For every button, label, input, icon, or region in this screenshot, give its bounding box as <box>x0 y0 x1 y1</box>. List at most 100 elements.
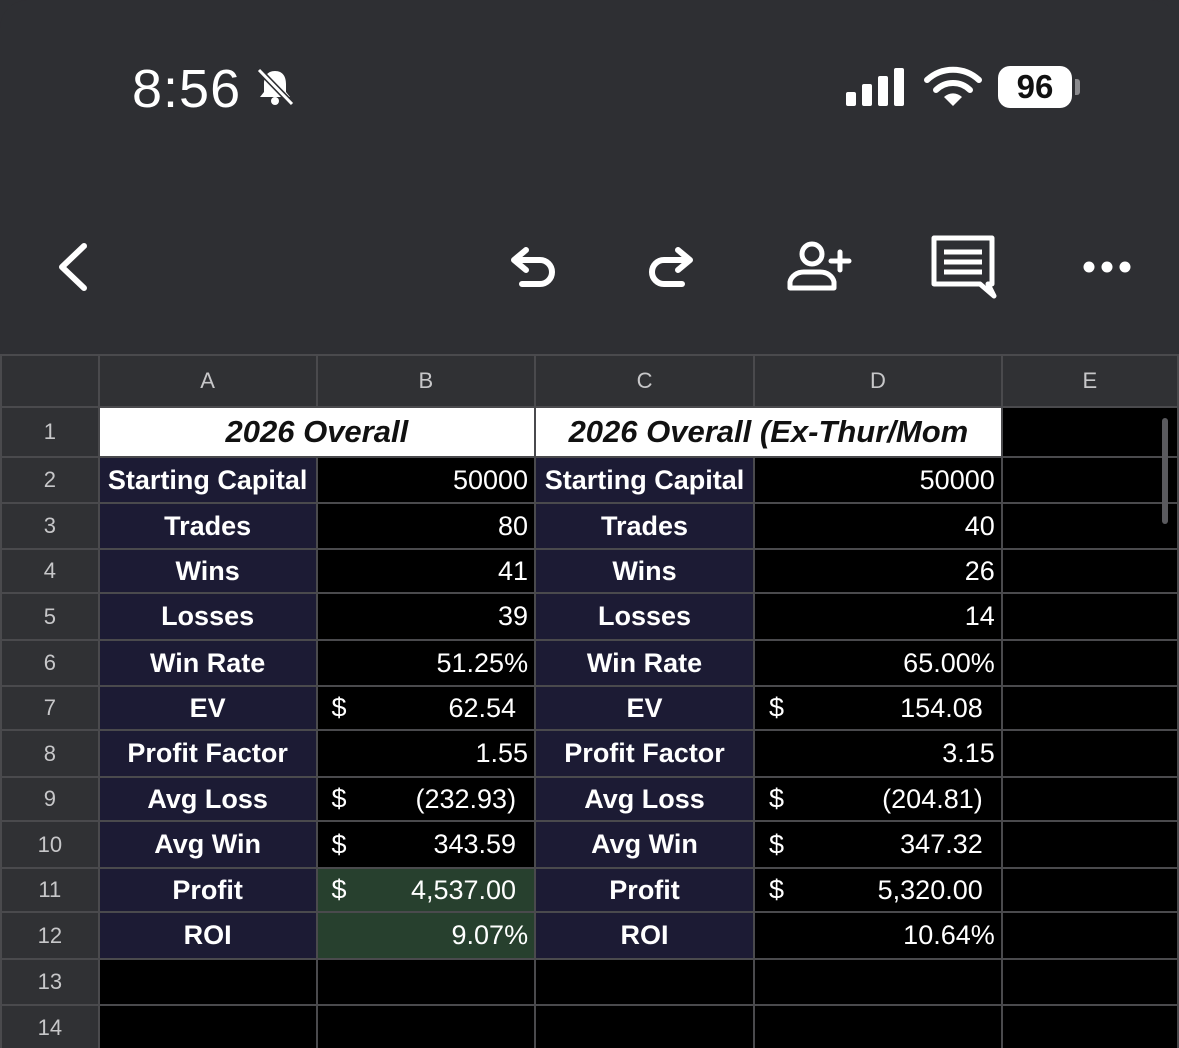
label-cell[interactable]: EV <box>97 685 318 731</box>
empty-cell[interactable] <box>1000 820 1179 869</box>
empty-cell[interactable] <box>1000 456 1179 504</box>
value-amount: 5,320.00 <box>877 874 983 905</box>
value-cell[interactable]: 65.00% <box>753 639 1003 687</box>
row-header[interactable]: 9 <box>0 776 100 822</box>
label-cell[interactable]: Losses <box>534 592 756 641</box>
column-header-a[interactable]: A <box>97 354 318 408</box>
row-header[interactable]: 14 <box>0 1004 100 1048</box>
label-cell[interactable]: Avg Loss <box>534 776 756 822</box>
empty-cell[interactable] <box>1000 911 1179 960</box>
value-cell[interactable]: $343.59 <box>315 820 537 869</box>
empty-cell[interactable] <box>534 958 756 1006</box>
row-header[interactable]: 5 <box>0 592 100 641</box>
label-cell[interactable]: Win Rate <box>97 639 318 687</box>
label-cell[interactable]: Avg Win <box>534 820 756 869</box>
row-header[interactable]: 6 <box>0 639 100 687</box>
more-options-button[interactable] <box>1072 232 1142 302</box>
row-header[interactable]: 11 <box>0 867 100 913</box>
back-button[interactable] <box>40 232 110 302</box>
row-header[interactable]: 10 <box>0 820 100 869</box>
empty-cell[interactable] <box>97 1004 318 1048</box>
label-cell[interactable]: Starting Capital <box>97 456 318 504</box>
label-cell[interactable]: Avg Loss <box>97 776 318 822</box>
empty-cell[interactable] <box>1000 639 1179 687</box>
value-cell[interactable]: $5,320.00 <box>753 867 1003 913</box>
spreadsheet-grid[interactable]: A B C D E 1 2026 Overall 2026 Overall (E… <box>0 354 1179 1048</box>
row-header[interactable]: 13 <box>0 958 100 1006</box>
label-cell[interactable]: Wins <box>97 548 318 594</box>
row-header[interactable]: 2 <box>0 456 100 504</box>
undo-button[interactable] <box>496 232 566 302</box>
empty-cell[interactable] <box>1000 1004 1179 1048</box>
column-header-d[interactable]: D <box>753 354 1003 408</box>
corner-header[interactable] <box>0 354 100 408</box>
label-cell[interactable]: Profit Factor <box>534 729 756 778</box>
value-cell[interactable]: $ (232.93) <box>315 776 537 822</box>
title-left[interactable]: 2026 Overall <box>97 406 537 458</box>
label-cell[interactable]: Trades <box>534 502 756 550</box>
empty-cell[interactable] <box>315 958 537 1006</box>
label-cell[interactable]: Win Rate <box>534 639 756 687</box>
empty-cell[interactable] <box>1000 776 1179 822</box>
label-cell[interactable]: ROI <box>97 911 318 960</box>
empty-cell[interactable] <box>1000 592 1179 641</box>
column-header-c[interactable]: C <box>534 354 756 408</box>
value-cell[interactable]: $4,537.00 <box>315 867 537 913</box>
label-cell[interactable]: Trades <box>97 502 318 550</box>
empty-cell[interactable] <box>1000 548 1179 594</box>
value-cell[interactable]: $154.08 <box>753 685 1003 731</box>
row-header[interactable]: 12 <box>0 911 100 960</box>
empty-cell[interactable] <box>315 1004 537 1048</box>
row-header[interactable]: 7 <box>0 685 100 731</box>
cell-e1[interactable] <box>1000 406 1179 458</box>
table-row: 11 Profit $4,537.00 Profit $5,320.00 <box>0 867 1179 913</box>
value-cell[interactable]: 41 <box>315 548 537 594</box>
value-cell[interactable]: 51.25% <box>315 639 537 687</box>
label-cell[interactable]: Wins <box>534 548 756 594</box>
value-amount: 62.54 <box>448 692 517 723</box>
label-cell[interactable]: Starting Capital <box>534 456 756 504</box>
redo-button[interactable] <box>638 232 708 302</box>
empty-cell[interactable] <box>1000 958 1179 1006</box>
label-cell[interactable]: Losses <box>97 592 318 641</box>
empty-cell[interactable] <box>97 958 318 1006</box>
comments-button[interactable] <box>928 232 998 302</box>
label-cell[interactable]: Profit Factor <box>97 729 318 778</box>
value-cell[interactable]: 50000 <box>753 456 1003 504</box>
empty-cell[interactable] <box>534 1004 756 1048</box>
label-cell[interactable]: Profit <box>534 867 756 913</box>
empty-cell[interactable] <box>1000 867 1179 913</box>
row-header[interactable]: 3 <box>0 502 100 550</box>
value-cell[interactable]: 14 <box>753 592 1003 641</box>
value-cell[interactable]: 10.64% <box>753 911 1003 960</box>
title-right[interactable]: 2026 Overall (Ex-Thur/Mom <box>534 406 1003 458</box>
value-cell[interactable]: 1.55 <box>315 729 537 778</box>
value-cell[interactable]: 39 <box>315 592 537 641</box>
label-cell[interactable]: Avg Win <box>97 820 318 869</box>
label-cell[interactable]: Profit <box>97 867 318 913</box>
row-header[interactable]: 4 <box>0 548 100 594</box>
empty-cell[interactable] <box>1000 729 1179 778</box>
share-button[interactable] <box>782 232 852 302</box>
value-cell[interactable]: 80 <box>315 502 537 550</box>
empty-cell[interactable] <box>1000 502 1179 550</box>
row-header[interactable]: 8 <box>0 729 100 778</box>
value-cell[interactable]: 50000 <box>315 456 537 504</box>
empty-cell[interactable] <box>1000 685 1179 731</box>
vertical-scrollbar[interactable] <box>1162 418 1168 524</box>
label-cell[interactable]: ROI <box>534 911 756 960</box>
value-cell[interactable]: 9.07% <box>315 911 537 960</box>
value-cell[interactable]: $ (204.81) <box>753 776 1003 822</box>
column-header-e[interactable]: E <box>1000 354 1179 408</box>
value-cell[interactable]: 3.15 <box>753 729 1003 778</box>
value-cell[interactable]: 26 <box>753 548 1003 594</box>
value-cell[interactable]: $62.54 <box>315 685 537 731</box>
label-cell[interactable]: EV <box>534 685 756 731</box>
column-header-b[interactable]: B <box>315 354 537 408</box>
table-row: 8 Profit Factor 1.55 Profit Factor 3.15 <box>0 729 1179 778</box>
row-header[interactable]: 1 <box>0 406 100 458</box>
value-cell[interactable]: 40 <box>753 502 1003 550</box>
value-cell[interactable]: $347.32 <box>753 820 1003 869</box>
empty-cell[interactable] <box>753 958 1003 1006</box>
empty-cell[interactable] <box>753 1004 1003 1048</box>
